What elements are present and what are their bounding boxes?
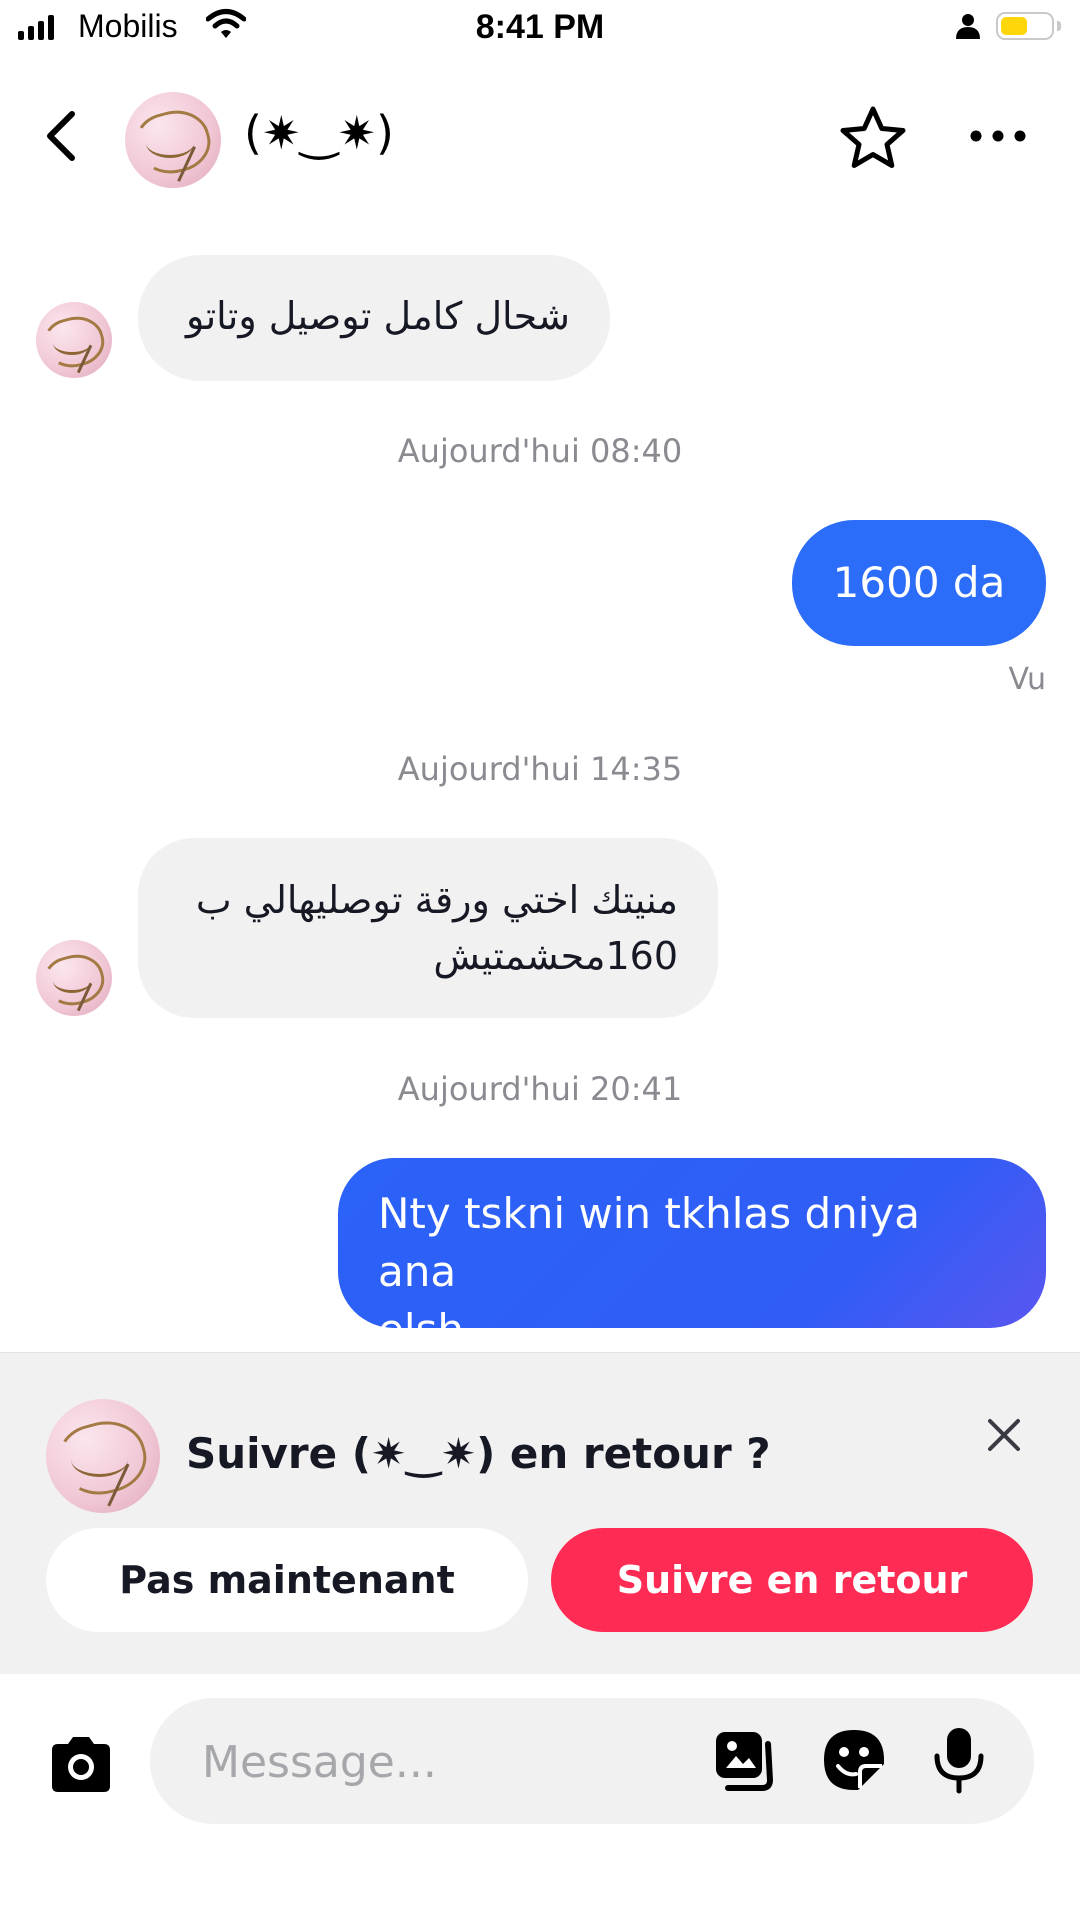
more-icon[interactable]: [966, 116, 1030, 156]
chevron-left-icon[interactable]: [36, 106, 92, 166]
message-bubble-incoming[interactable]: منيتك اختي ورقة توصليهالي ب 160محشمتيش: [138, 838, 718, 1018]
avatar[interactable]: [125, 92, 221, 188]
timestamp: Aujourd'hui 14:35: [397, 750, 683, 788]
status-bar: Mobilis 8:41 PM: [0, 0, 1080, 56]
battery-tip: [1057, 21, 1061, 31]
message-text-line: Nty tskni win tkhlas dniya ana: [378, 1189, 920, 1296]
chat-header: (✷‿✷): [0, 80, 1080, 192]
message-field[interactable]: [150, 1698, 1034, 1824]
message-bubble-outgoing[interactable]: 1600 da: [792, 520, 1046, 646]
contact-name[interactable]: (✷‿✷): [244, 106, 394, 160]
sticker-icon[interactable]: [822, 1728, 886, 1792]
message-composer: [0, 1674, 1080, 1920]
status-time: 8:41 PM: [475, 8, 605, 46]
person-icon: [956, 14, 980, 39]
timestamp: Aujourd'hui 08:40: [397, 432, 683, 470]
follow-back-button[interactable]: Suivre en retour: [551, 1528, 1033, 1632]
follow-back-panel: Suivre (✷‿✷) en retour ? Pas maintenant …: [0, 1352, 1080, 1675]
gallery-icon[interactable]: [712, 1728, 776, 1792]
seen-status: Vu: [1008, 662, 1047, 697]
follow-prompt-text: Suivre (✷‿✷) en retour ?: [186, 1429, 771, 1478]
avatar[interactable]: [36, 302, 112, 378]
message-text-line: elsh: [378, 1305, 465, 1354]
star-icon[interactable]: [838, 104, 908, 174]
avatar[interactable]: [46, 1399, 160, 1513]
message-text: شحال كامل توصيل وتاتو: [185, 294, 570, 338]
camera-icon[interactable]: [46, 1734, 116, 1796]
close-icon[interactable]: [982, 1413, 1026, 1457]
message-text-line: 160محشمتيش: [433, 934, 678, 978]
message-bubble-incoming[interactable]: شحال كامل توصيل وتاتو: [138, 255, 610, 381]
message-text-line: منيتك اختي ورقة توصليهالي ب: [195, 878, 678, 922]
timestamp: Aujourd'hui 20:41: [397, 1070, 683, 1108]
microphone-icon[interactable]: [932, 1726, 986, 1794]
battery-icon: [996, 12, 1054, 40]
message-bubble-outgoing[interactable]: Nty tskni win tkhlas dniya ana elsh: [338, 1158, 1046, 1354]
not-now-button[interactable]: Pas maintenant: [46, 1528, 528, 1632]
message-input[interactable]: [200, 1726, 624, 1798]
avatar[interactable]: [36, 940, 112, 1016]
message-text: 1600 da: [832, 558, 1006, 607]
